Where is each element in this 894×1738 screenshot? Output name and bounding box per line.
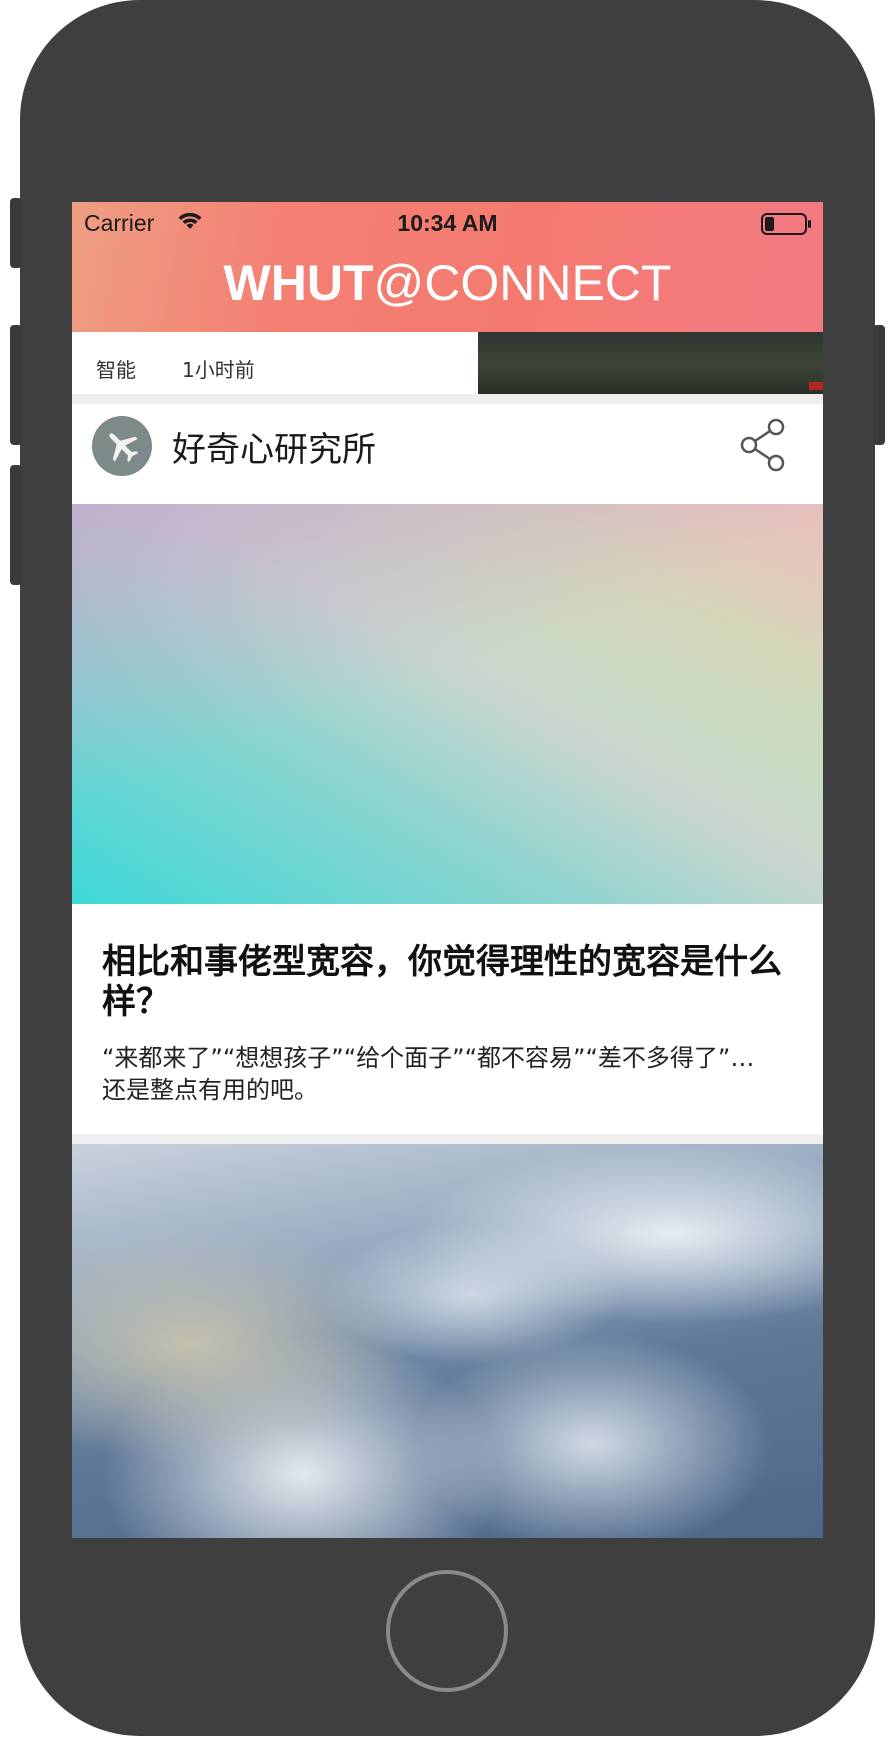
- volume-down-button: [10, 465, 22, 585]
- app-title-bold: WHUT: [223, 255, 374, 311]
- time-ago: 1小时前: [182, 358, 255, 382]
- battery-icon: [761, 213, 811, 235]
- airplane-icon: [109, 433, 139, 463]
- article-title[interactable]: 相比和事佬型宽容，你觉得理性的宽容是什么样？: [102, 942, 802, 1022]
- share-icon[interactable]: [739, 418, 787, 472]
- card-header: 好奇心研究所: [72, 404, 823, 504]
- app-header: Carrier 10:34 AM WHUT@CONNECT: [72, 202, 823, 332]
- app-title: WHUT@CONNECT: [72, 254, 823, 312]
- home-button[interactable]: [386, 1570, 508, 1692]
- clock: 10:34 AM: [397, 210, 498, 236]
- power-button: [873, 325, 885, 445]
- thumbnail-detail: [809, 382, 823, 390]
- status-bar: Carrier 10:34 AM: [72, 202, 823, 244]
- author-name[interactable]: 好奇心研究所: [172, 422, 376, 471]
- cover-image[interactable]: [72, 504, 823, 904]
- previous-card-thumbnail: [478, 332, 823, 394]
- article-description: “来都来了”“想想孩子”“给个面子”“都不容易”“差不多得了”…还是整点有用的吧…: [102, 1044, 755, 1104]
- article-card[interactable]: 好奇心研究所 相比和事佬型宽容，你觉得理性的宽容是什么样？ “来都来了”“想想孩…: [72, 404, 823, 1134]
- mute-switch: [10, 198, 22, 268]
- volume-up-button: [10, 325, 22, 445]
- category-tag: 智能: [96, 358, 136, 382]
- next-card-image[interactable]: [72, 1144, 823, 1538]
- author-avatar[interactable]: [92, 416, 152, 476]
- app-title-light: @CONNECT: [373, 255, 672, 311]
- previous-card[interactable]: 智能 1小时前: [72, 332, 823, 394]
- app-screen: Carrier 10:34 AM WHUT@CONNECT 智能 1小时前 好奇…: [72, 202, 823, 1538]
